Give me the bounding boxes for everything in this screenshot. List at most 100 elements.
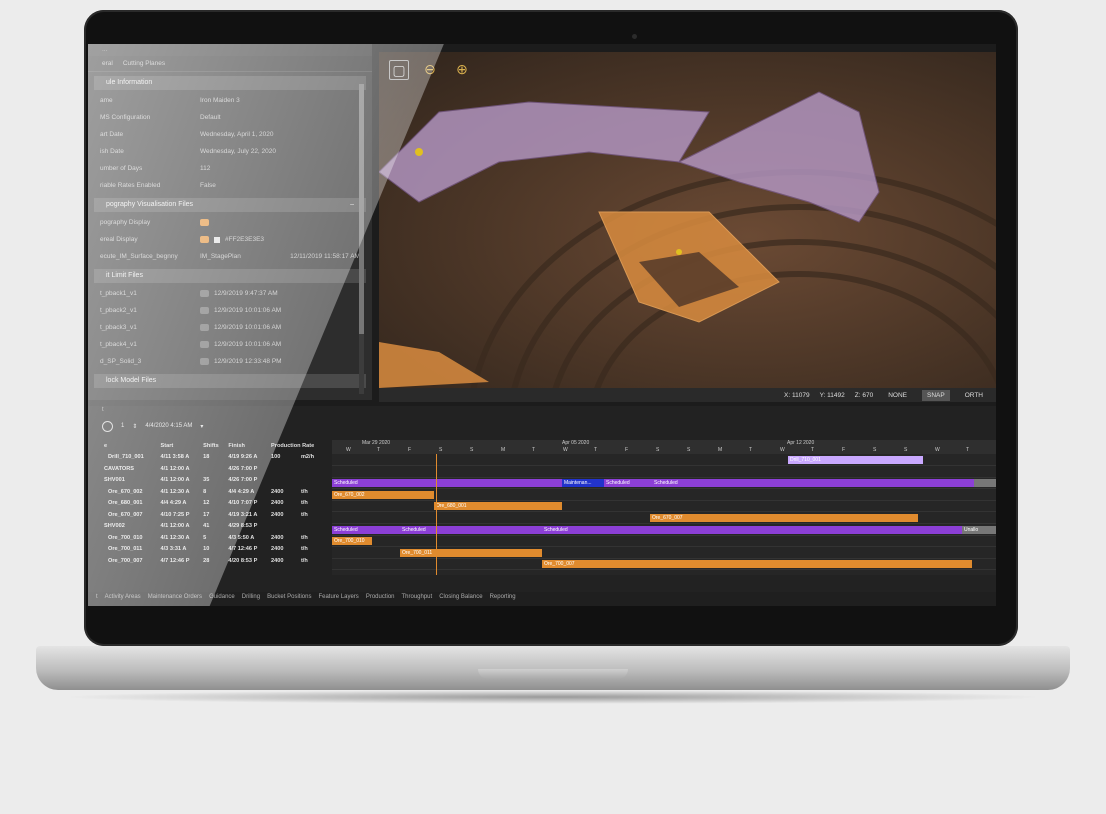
property-value: 12/9/2019 9:47:37 AM	[214, 290, 278, 297]
col-rate[interactable]: Production Rate	[269, 440, 330, 452]
zoom-out-icon[interactable]: ⊖	[421, 60, 439, 78]
gantt-table: e Start Shifts Finish Production Rate Dr…	[102, 440, 330, 567]
cube-view-icon[interactable]: ▢	[389, 60, 409, 80]
bottom-tab[interactable]: t	[96, 594, 98, 604]
cell-unit: t/h	[300, 534, 308, 541]
bottom-tab[interactable]: Maintenance Orders	[148, 594, 202, 604]
cell-rate	[269, 521, 299, 533]
col-name[interactable]: e	[102, 440, 159, 452]
table-row[interactable]: Ore_670_002 4/1 12:30 A 8 4/4 4:29 A 2400 t/h	[102, 486, 330, 498]
cell-name: Ore_670_007	[108, 511, 143, 518]
orth-button[interactable]: ORTH	[960, 390, 988, 401]
table-row[interactable]: Ore_700_010 4/1 12:30 A 5 4/3 5:50 A 2400 t/h	[102, 532, 330, 544]
chevron-down-icon[interactable]: ▾	[200, 423, 203, 430]
file-icon[interactable]	[200, 324, 209, 331]
tab-general[interactable]: eral	[102, 60, 113, 67]
section-block-model-files[interactable]: lock Model Files	[94, 374, 366, 388]
panel-scrollbar[interactable]	[359, 84, 364, 394]
gantt-bar-ore[interactable]: Ore_670_007	[650, 514, 918, 522]
gantt-bar-sched[interactable]: Scheduled	[542, 525, 962, 534]
bottom-tab[interactable]: Throughput	[402, 594, 433, 604]
cell-name: Ore_700_011	[108, 546, 143, 553]
scale-stepper[interactable]: 1	[121, 423, 124, 429]
bottom-tab[interactable]: Closing Balance	[439, 594, 482, 604]
visibility-toggle-icon[interactable]	[200, 236, 209, 243]
cell-finish: 4/19 3:21 A	[228, 511, 258, 518]
day-label: T	[594, 447, 598, 453]
gantt-bar-unalloc[interactable]: Unallo	[962, 525, 996, 534]
section-schedule-info[interactable]: ule Information	[94, 76, 366, 90]
table-row[interactable]: Ore_700_007 4/7 12:46 P 28 4/20 8:53 P 2400 t…	[102, 555, 330, 567]
table-row[interactable]: SHV001 4/1 12:00 A 35 4/26 7:00 P	[102, 475, 330, 487]
gantt-bar-ore[interactable]: Ore_700_007	[542, 560, 972, 569]
row-divider	[332, 546, 996, 548]
bottom-tab[interactable]: Guidance	[209, 594, 235, 604]
laptop-shadow	[60, 690, 1046, 704]
cell-start: 4/10 7:25 P	[160, 511, 190, 518]
snap-button[interactable]: SNAP	[921, 389, 950, 401]
day-label: F	[842, 447, 846, 453]
col-start[interactable]: Start	[159, 440, 202, 452]
gantt-bar-ore[interactable]: Ore_680_001	[434, 502, 562, 511]
cell-unit	[299, 521, 330, 533]
scrollbar-thumb[interactable]	[359, 84, 364, 334]
collapse-icon[interactable]: –	[350, 201, 354, 209]
visibility-toggle-icon[interactable]	[200, 219, 209, 226]
bottom-tab[interactable]: Activity Areas	[105, 594, 141, 604]
gantt-bar-sched[interactable]: Scheduled	[652, 479, 974, 488]
cell-rate: 2400	[271, 546, 284, 553]
week-label: Mar 29 2020	[362, 440, 391, 446]
date-picker[interactable]: 4/4/2020 4:15 AM	[145, 423, 192, 429]
table-row[interactable]: Drill_710_001 4/11 3:58 A 18 4/19 9:26 A 100…	[102, 452, 330, 464]
file-icon[interactable]	[200, 341, 209, 348]
property-key: MS Configuration	[100, 114, 151, 121]
cell-finish: 4/29 8:53 P	[228, 523, 258, 530]
gantt-bar-ore[interactable]: Ore_700_011	[400, 548, 542, 557]
file-icon[interactable]	[200, 358, 209, 365]
bottom-tab[interactable]: Reporting	[490, 594, 516, 604]
tab-cutting-planes[interactable]: Cutting Planes	[123, 60, 165, 67]
gantt-bar-sched[interactable]: Scheduled	[332, 525, 400, 534]
section-pit-limit-files[interactable]: it Limit Files	[94, 269, 366, 283]
none-button[interactable]: NONE	[883, 390, 912, 401]
gantt-bar-sched[interactable]: Scheduled	[332, 479, 562, 488]
gantt-bar-ore[interactable]: Ore_700_010	[332, 537, 372, 546]
table-row[interactable]: Ore_670_007 4/10 7:25 P 17 4/19 3:21 A 2400 t…	[102, 509, 330, 521]
cell-rate: 2400	[271, 488, 284, 495]
cell-rate: 2400	[271, 534, 284, 541]
zoom-in-icon[interactable]: ⊕	[453, 60, 471, 78]
table-row[interactable]: CAVATORS 4/1 12:00 A 4/26 7:00 P	[102, 463, 330, 475]
file-icon[interactable]	[200, 290, 209, 297]
cell-rate: 2400	[271, 500, 284, 507]
gantt-bar-ore[interactable]: Ore_670_002	[332, 490, 434, 499]
gantt-bar-sched[interactable]: Scheduled	[604, 479, 652, 488]
bottom-tab[interactable]: Bucket Positions	[267, 594, 311, 604]
record-icon[interactable]	[102, 420, 113, 432]
stepper-icon[interactable]: ⇕	[132, 423, 137, 430]
gantt-bar-drill[interactable]: Drill_710_001	[788, 456, 923, 464]
section-topography[interactable]: pography Visualisation Files –	[94, 198, 366, 212]
file-icon[interactable]	[200, 307, 209, 314]
gantt-bar-sched[interactable]: Scheduled	[400, 525, 542, 534]
3d-viewport[interactable]: ▢ ⊖ ⊕	[379, 52, 996, 388]
bottom-tab[interactable]: Feature Layers	[318, 594, 358, 604]
cell-name: Ore_700_007	[108, 557, 143, 564]
cell-name: SHV002	[104, 523, 125, 530]
cell-start: 4/11 3:58 A	[160, 454, 190, 461]
gantt-bar-maint[interactable]: Maintenan...	[562, 479, 604, 488]
bottom-tab[interactable]: Production	[366, 594, 395, 604]
gantt-chart[interactable]: Mar 29 2020 Apr 05 2020 Apr 12 2020 W T F S…	[332, 440, 996, 575]
color-swatch[interactable]	[214, 236, 220, 243]
color-value[interactable]: #FF2E3E3E3	[225, 236, 264, 243]
cell-start: 4/1 12:00 A	[160, 465, 190, 472]
bottom-tab[interactable]: Drilling	[242, 594, 260, 604]
day-label: S	[904, 447, 908, 453]
col-finish[interactable]: Finish	[226, 440, 269, 452]
day-label: T	[966, 447, 970, 453]
col-shifts[interactable]: Shifts	[201, 440, 226, 452]
current-time-marker[interactable]	[436, 454, 437, 575]
bottom-tabs: t Activity Areas Maintenance Orders Guidanc…	[88, 592, 996, 606]
table-row[interactable]: SHV002 4/1 12:00 A 41 4/29 8:53 P	[102, 521, 330, 533]
table-row[interactable]: Ore_680_001 4/4 4:29 A 12 4/10 7:07 P 2400 t/…	[102, 498, 330, 510]
table-row[interactable]: Ore_700_011 4/3 3:31 A 10 4/7 12:46 P 2400 t/…	[102, 544, 330, 556]
